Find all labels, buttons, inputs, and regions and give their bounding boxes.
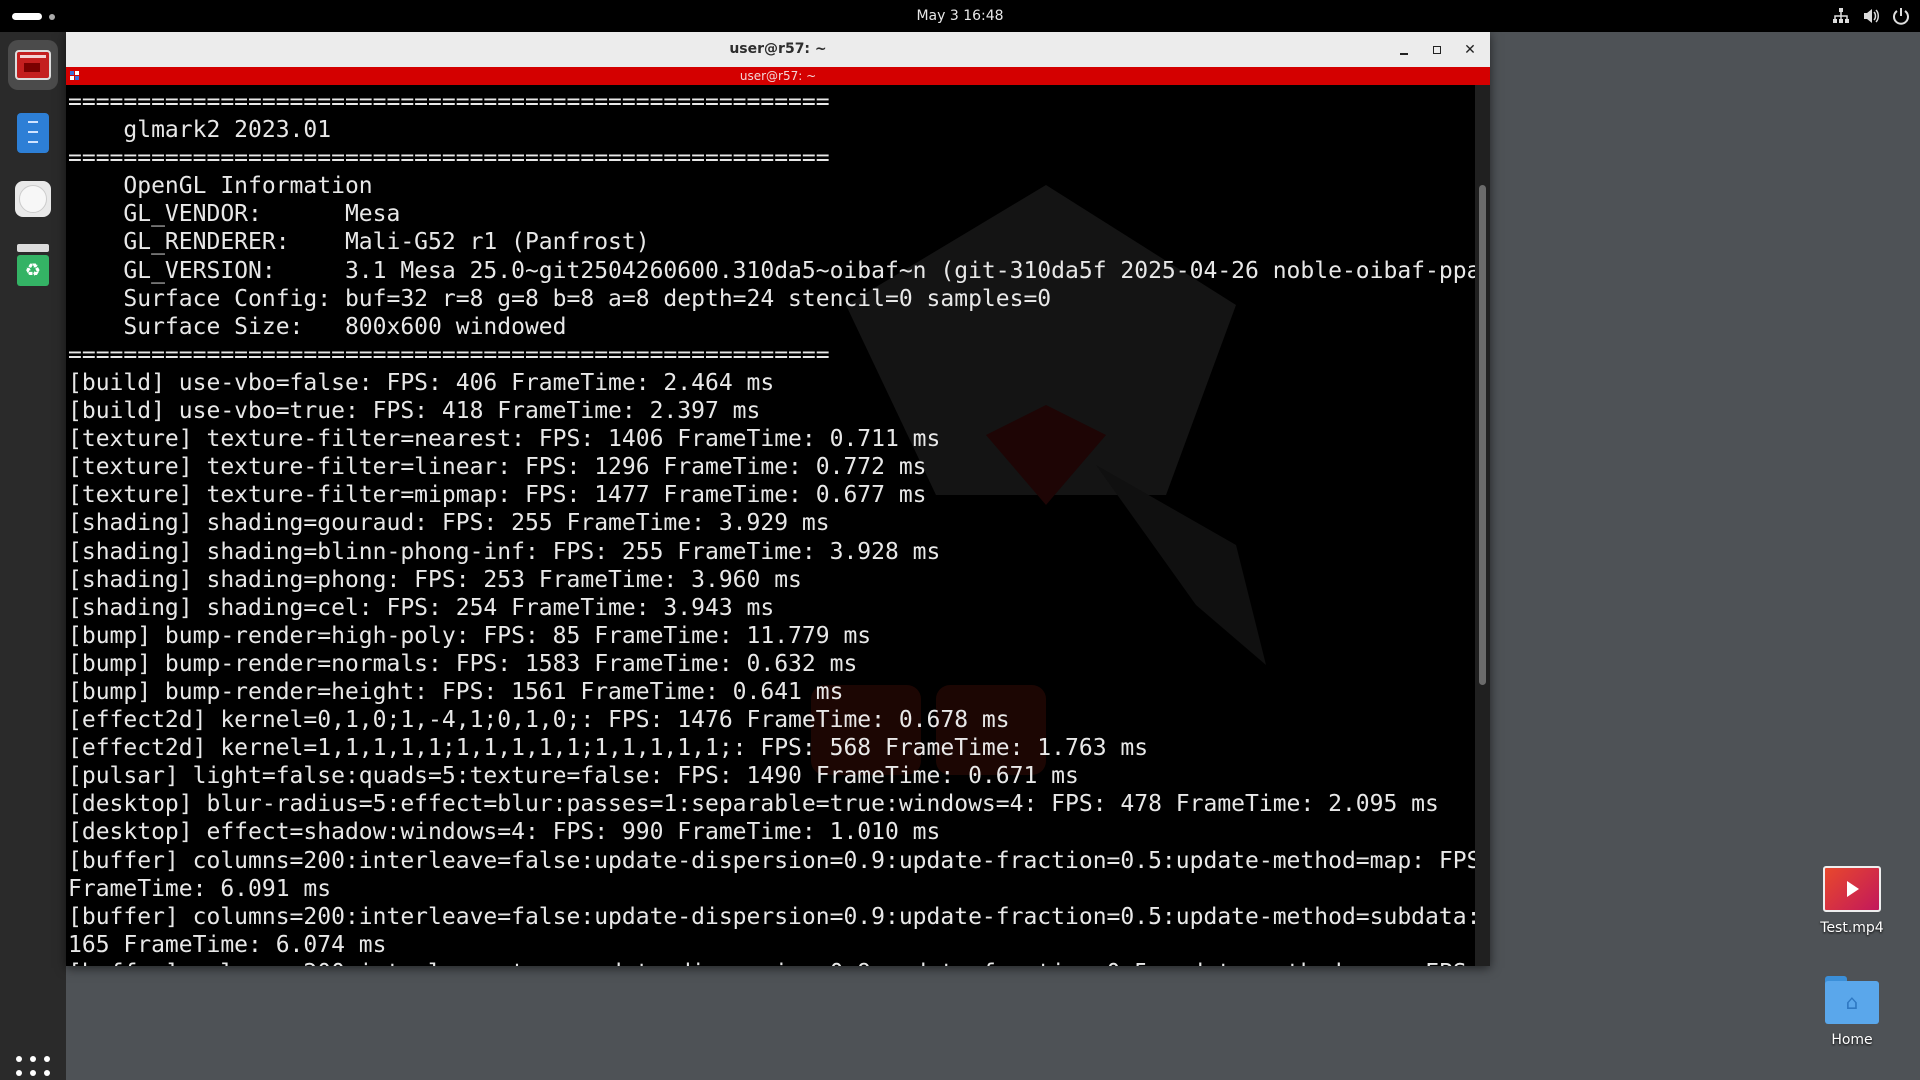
- home-folder-icon: [1825, 976, 1879, 1024]
- top-bar: May 3 16:48: [0, 0, 1920, 32]
- video-file-icon: [1823, 866, 1881, 912]
- terminal-line: GL_VERSION: 3.1 Mesa 25.0~git2504260600.…: [68, 257, 1475, 284]
- trash-launcher[interactable]: ♻: [8, 240, 58, 290]
- terminal-line: ========================================…: [68, 145, 830, 172]
- scrollbar-thumb[interactable]: [1479, 185, 1486, 685]
- terminal-line: [bump] bump-render=normals: FPS: 1583 Fr…: [68, 650, 858, 677]
- terminal-line: [shading] shading=gouraud: FPS: 255 Fram…: [68, 510, 830, 537]
- text-editor-icon: [17, 113, 49, 153]
- terminal-launcher[interactable]: [8, 40, 58, 90]
- terminal-line: Surface Config: buf=32 r=8 g=8 b=8 a=8 d…: [68, 285, 1052, 312]
- terminal-line: Surface Size: 800x600 windowed: [68, 313, 567, 340]
- terminal-line: ========================================…: [68, 341, 830, 368]
- clock[interactable]: May 3 16:48: [0, 0, 1920, 32]
- terminal-line: [buffer] columns=200:interleave=false:up…: [68, 903, 1475, 930]
- volume-icon[interactable]: [1862, 7, 1880, 25]
- power-icon[interactable]: [1892, 7, 1910, 25]
- terminal-window[interactable]: user@r57: ~ ✕ user@r57: ~ ==============…: [66, 32, 1490, 966]
- close-button[interactable]: ✕: [1460, 40, 1480, 60]
- desktop-icon-home[interactable]: Home: [1802, 976, 1902, 1048]
- network-icon[interactable]: [1832, 7, 1850, 25]
- desktop-icon-label: Home: [1831, 1032, 1873, 1048]
- trash-icon: ♻: [17, 244, 49, 286]
- terminal-line: GL_VENDOR: Mesa: [68, 201, 401, 228]
- terminal-line: [effect2d] kernel=1,1,1,1,1;1,1,1,1,1;1,…: [68, 735, 1149, 762]
- terminal-header-bar: user@r57: ~: [66, 67, 1490, 85]
- terminal-line: [texture] texture-filter=mipmap: FPS: 14…: [68, 482, 927, 509]
- terminal-lines: ========================================…: [68, 88, 1475, 966]
- terminal-line: [shading] shading=phong: FPS: 253 FrameT…: [68, 566, 802, 593]
- window-titlebar[interactable]: user@r57: ~ ✕: [66, 32, 1490, 68]
- terminal-line: [buffer] columns=200:interleave=false:up…: [68, 847, 1475, 874]
- terminal-line: OpenGL Information: [68, 173, 373, 200]
- text-editor-launcher[interactable]: [8, 107, 58, 157]
- terminal-line: [build] use-vbo=false: FPS: 406 FrameTim…: [68, 369, 775, 396]
- terminal-line: [bump] bump-render=height: FPS: 1561 Fra…: [68, 678, 844, 705]
- window-title: user@r57: ~: [729, 41, 827, 57]
- minimize-button[interactable]: [1394, 40, 1414, 60]
- terminal-line: [shading] shading=blinn-phong-inf: FPS: …: [68, 538, 941, 565]
- terminal-line: ========================================…: [68, 89, 830, 115]
- terminal-icon: [15, 50, 51, 80]
- terminal-line: 165 FrameTime: 6.074 ms: [68, 931, 387, 958]
- terminal-line: [bump] bump-render=high-poly: FPS: 85 Fr…: [68, 622, 872, 649]
- terminal-line: GL_RENDERER: Mali-G52 r1 (Panfrost): [68, 229, 650, 256]
- desktop-icon-label: Test.mp4: [1820, 920, 1884, 936]
- terminal-line: [buffer] columns=200:interleave=true:upd…: [68, 959, 1475, 966]
- terminal-line: glmark2 2023.01: [68, 117, 332, 144]
- maximize-button[interactable]: [1427, 40, 1447, 60]
- terminal-line: [build] use-vbo=true: FPS: 418 FrameTime…: [68, 398, 761, 425]
- terminal-line: [shading] shading=cel: FPS: 254 FrameTim…: [68, 594, 775, 621]
- terminal-line: [texture] texture-filter=nearest: FPS: 1…: [68, 426, 941, 453]
- terminal-line: [effect2d] kernel=0,1,0;1,-4,1;0,1,0;: F…: [68, 707, 1010, 734]
- desktop-icon-test-mp4[interactable]: Test.mp4: [1802, 866, 1902, 936]
- terminal-line: [desktop] effect=shadow:windows=4: FPS: …: [68, 819, 941, 846]
- show-apps-icon[interactable]: [16, 1056, 50, 1080]
- desktop: May 3 16:48 ♻ user@r57: ~ ✕ user@r57: ~ …: [0, 0, 1920, 1080]
- terminal-output[interactable]: ========================================…: [66, 85, 1475, 966]
- disks-launcher[interactable]: [8, 174, 58, 224]
- terminal-line: [texture] texture-filter=linear: FPS: 12…: [68, 454, 927, 481]
- terminal-line: [pulsar] light=false:quads=5:texture=fal…: [68, 763, 1079, 790]
- terminal-scrollbar[interactable]: [1475, 85, 1490, 966]
- terminal-inner-title: user@r57: ~: [739, 69, 817, 83]
- terminal-line: FrameTime: 6.091 ms: [68, 875, 332, 902]
- disks-icon: [15, 181, 51, 217]
- dock: ♻: [0, 32, 66, 1080]
- system-tray[interactable]: [1832, 0, 1910, 32]
- terminal-line: [desktop] blur-radius=5:effect=blur:pass…: [68, 791, 1439, 818]
